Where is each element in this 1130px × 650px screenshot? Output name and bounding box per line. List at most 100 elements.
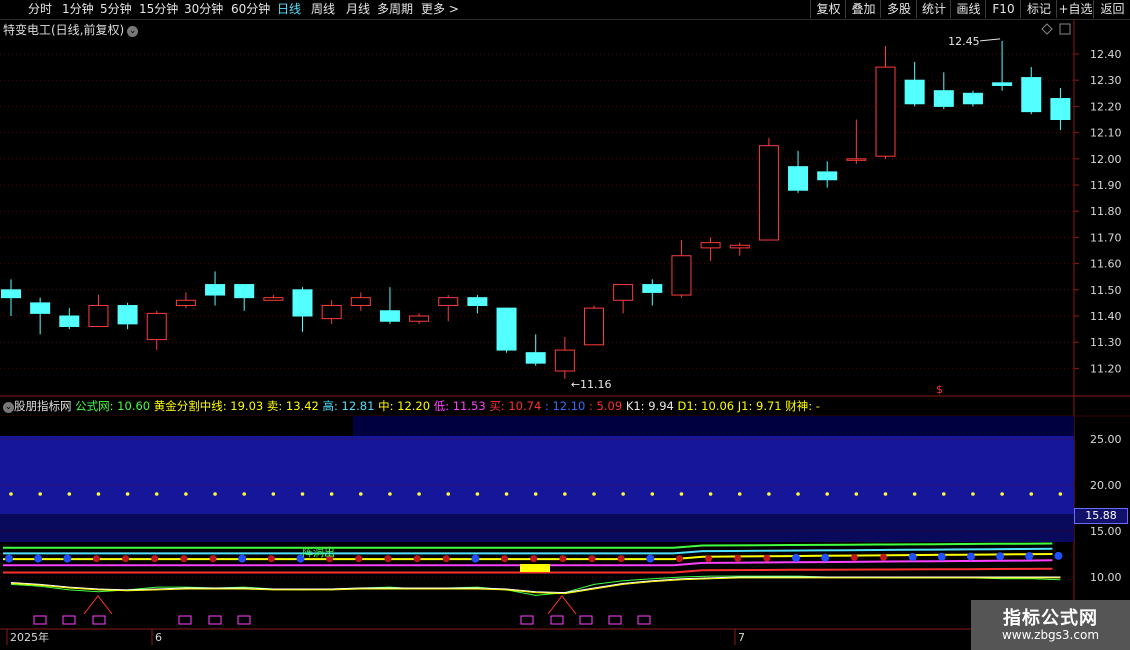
candle-body	[379, 310, 400, 322]
indicator-dot	[446, 492, 451, 496]
signal-point	[559, 555, 567, 563]
band-line	[3, 553, 1053, 561]
indicator-dot	[388, 492, 392, 496]
candle-body	[875, 66, 896, 157]
signal-box	[178, 615, 192, 625]
price-tick-label: 12.10	[1090, 127, 1122, 140]
candle-body	[554, 349, 575, 372]
price-tick-label: 12.00	[1090, 153, 1122, 166]
signal-point	[1025, 552, 1034, 561]
indicator-value: 黄金分割中线: 19.03	[153, 399, 267, 413]
price-tick-label: 11.30	[1090, 336, 1122, 349]
indicator-dot	[271, 492, 276, 496]
chevron-down-icon[interactable]: ⌄	[3, 402, 14, 413]
price-tick-label: 11.70	[1090, 231, 1122, 244]
signal-box	[520, 615, 534, 625]
candle-body	[904, 79, 925, 105]
candle-body	[350, 297, 371, 307]
indicator-dot	[417, 492, 421, 496]
indicator-dot	[1029, 492, 1034, 496]
candle-body	[234, 284, 255, 299]
indicator-dot	[650, 492, 655, 496]
candle-body	[1021, 77, 1042, 113]
candle-body	[263, 297, 284, 301]
indicator-value: K1: 9.94	[625, 399, 678, 413]
date-tick-label: 2025年	[10, 630, 49, 644]
peak-mark	[547, 595, 577, 615]
candle-body	[321, 305, 342, 320]
price-tick-label: 11.80	[1090, 205, 1122, 218]
indicator-value: 中: 12.20	[378, 399, 434, 413]
annotation-arrow	[980, 38, 1001, 42]
signal-point	[384, 555, 392, 563]
watermark-title: 指标公式网	[1003, 608, 1098, 629]
panel-band	[353, 416, 1074, 436]
signal-point	[151, 555, 159, 563]
indicator-dot	[796, 492, 800, 496]
candle-body	[817, 171, 838, 181]
low-annotation: ←11.16	[571, 378, 612, 391]
candle-body	[59, 315, 80, 327]
indicator-tick-label: 20.00	[1090, 479, 1122, 492]
indicator-dot	[1058, 492, 1063, 496]
signal-point	[996, 552, 1005, 561]
candle-body	[962, 92, 983, 105]
indicator-dot	[67, 492, 72, 496]
chart-canvas[interactable]: 12.40 12.30 12.20 12.10 12.00 11.90 11.80 11.70…	[0, 0, 1130, 650]
indicator-dot	[563, 492, 567, 496]
signal-text: 阵洞出	[302, 545, 335, 559]
signal-point	[122, 555, 130, 563]
indicator-dot	[533, 492, 538, 496]
indicator-value: : 12.10	[544, 399, 590, 413]
signal-block	[520, 564, 550, 572]
signal-marker: $	[936, 383, 943, 396]
indicator-dot	[154, 492, 159, 496]
signal-box	[208, 615, 222, 625]
candle-body	[758, 145, 779, 241]
signal-point	[850, 553, 858, 561]
indicator-value: 财神: -	[785, 399, 820, 413]
signal-point	[530, 555, 538, 563]
indicator-name: 股朋指标网	[14, 399, 76, 413]
price-tick-label: 11.20	[1090, 362, 1122, 375]
indicator-tick-label: 25.00	[1090, 433, 1122, 446]
signal-point	[267, 555, 275, 563]
indicator-dot	[359, 492, 363, 496]
indicator-dot	[9, 492, 13, 496]
signal-box	[637, 615, 651, 625]
date-tick-label: 7	[738, 631, 745, 644]
candle-body	[992, 82, 1013, 86]
current-value-label: 15.88	[1074, 508, 1128, 524]
peak-mark	[83, 595, 113, 615]
indicator-tick-label: 10.00	[1090, 571, 1122, 584]
indicator-dot	[708, 492, 713, 496]
indicator-value: 高: 12.81	[322, 399, 379, 413]
price-tick-label: 11.40	[1090, 310, 1122, 323]
candle-body	[846, 158, 867, 161]
candle-body	[642, 284, 663, 293]
indicator-value: : 5.09	[589, 399, 626, 413]
candle-body	[146, 312, 167, 341]
signal-point	[471, 554, 480, 563]
diamond-icon	[1041, 23, 1053, 35]
signal-box	[92, 615, 106, 625]
candle-body	[175, 299, 196, 307]
indicator-value: 低: 11.53	[433, 399, 490, 413]
indicator-dot	[883, 492, 888, 496]
signal-point	[734, 554, 742, 562]
indicator-dot	[767, 492, 771, 496]
candle-body	[205, 284, 226, 296]
indicator-dot	[242, 492, 246, 496]
signal-box	[550, 615, 564, 625]
indicator-legend: ⌄ 股朋指标网 公式网: 10.60 黄金分割中线: 19.03 卖: 13.42…	[0, 396, 820, 416]
signal-box	[579, 615, 593, 625]
indicator-dot	[38, 492, 42, 496]
window-icon	[1059, 23, 1071, 35]
signal-box	[237, 615, 251, 625]
signal-point	[588, 555, 596, 563]
high-annotation: 12.45	[948, 35, 980, 48]
watermark: 指标公式网 www.zbgs3.com	[971, 600, 1130, 650]
signal-point	[1054, 551, 1063, 560]
signal-box	[608, 615, 622, 625]
indicator-value: 公式网: 10.60	[75, 399, 154, 413]
